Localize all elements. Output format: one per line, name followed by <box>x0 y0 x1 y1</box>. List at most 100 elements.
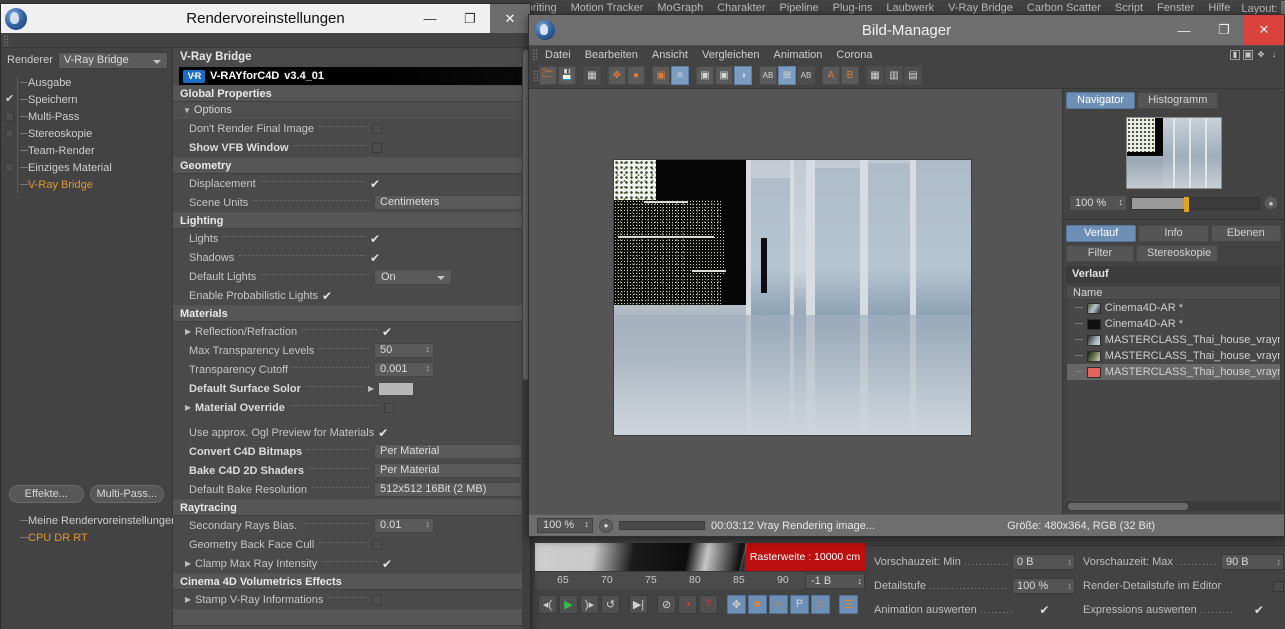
sidebar-item-einziges-material[interactable]: ─ Einziges Material <box>1 159 172 176</box>
default-bake-resolution-field[interactable]: 512x512 16Bit (2 MB) <box>374 482 522 497</box>
compare-icon[interactable]: ◑ <box>734 66 752 85</box>
expand-triangle-icon[interactable]: ▶ <box>185 403 195 412</box>
rotation-key-button[interactable]: ○ <box>769 595 788 614</box>
einziges-material-checkbox[interactable] <box>5 163 14 172</box>
status-fit-button[interactable]: ● <box>599 519 613 533</box>
shadows-checkbox[interactable]: ✔ <box>370 253 382 263</box>
image-manager-menubar[interactable]: Datei Bearbeiten Ansicht Vergleichen Ani… <box>529 45 1284 63</box>
enable-probabilistic-lights-checkbox[interactable]: ✔ <box>322 291 334 301</box>
expand-triangle-icon[interactable]: ▶ <box>185 595 195 604</box>
bm-menu-ansicht[interactable]: Ansicht <box>645 47 695 63</box>
keying-mode-button[interactable]: ☰ <box>839 595 858 614</box>
tab-verlauf[interactable]: Verlauf <box>1066 225 1136 242</box>
pla-key-button[interactable]: ⁙ <box>811 595 830 614</box>
render-presets-tree[interactable]: ─ Meine Rendervoreinstellungen ─ CPU DR … <box>1 512 172 546</box>
verlauf-tab-row-2[interactable]: Filter Stereoskopie <box>1063 242 1284 262</box>
zoom-down-icon[interactable]: ● <box>627 66 645 85</box>
bm-menu-corona[interactable]: Corona <box>829 47 879 63</box>
stereoskopie-checkbox[interactable] <box>5 129 14 138</box>
ab-swap-icon[interactable]: AB <box>797 66 815 85</box>
record-disabled-button[interactable]: ⊘ <box>657 595 676 614</box>
animation-auswerten-checkbox[interactable]: ✔ <box>1039 604 1052 617</box>
position-key-button[interactable]: ✥ <box>727 595 746 614</box>
list-item-selected[interactable]: ─ MASTERCLASS_Thai_house_vraymesh <box>1067 364 1280 380</box>
loop-button[interactable]: ↺ <box>601 595 620 614</box>
navigator-thumbnail[interactable] <box>1126 117 1222 189</box>
render-settings-titlebar[interactable]: Rendervoreinstellungen — ❐ ✕ <box>1 4 530 33</box>
history-file-list[interactable]: ─ Cinema4D-AR * ─ Cinema4D-AR * ─ MASTER… <box>1066 300 1281 502</box>
dont-render-final-image-checkbox[interactable] <box>372 124 382 134</box>
lights-checkbox[interactable]: ✔ <box>370 234 382 244</box>
scrollbar-thumb[interactable] <box>1068 503 1188 510</box>
default-lights-dropdown[interactable]: On <box>374 269 452 285</box>
set-a-icon[interactable]: A <box>822 66 840 85</box>
move-panel-icon[interactable]: ✥ <box>1256 50 1266 60</box>
ab-compare-icon[interactable]: AB <box>759 66 777 85</box>
sidebar-item-multi-pass[interactable]: ─ Multi-Pass <box>1 108 172 125</box>
tab-info[interactable]: Info <box>1138 225 1208 242</box>
multi-pass-button[interactable]: Multi-Pass... <box>90 485 165 503</box>
set-b-icon[interactable]: B <box>841 66 859 85</box>
list-item[interactable]: ─ MASTERCLASS_Thai_house_vraymesh <box>1067 348 1280 364</box>
zoom-slider-knob[interactable] <box>1184 197 1189 212</box>
stamp-vray-informations-checkbox[interactable] <box>372 595 382 605</box>
displacement-checkbox[interactable]: ✔ <box>370 179 382 189</box>
subgroup-options[interactable]: ▼Options <box>173 102 530 119</box>
go-to-start-button[interactable]: ◂( <box>538 595 557 614</box>
delete-image-icon[interactable]: ▣ <box>652 66 670 85</box>
navigator-zoom-field[interactable]: 100 % <box>1069 195 1127 211</box>
max-transparency-levels-field[interactable]: 50 <box>374 343 434 358</box>
sidebar-item-vray-bridge[interactable]: ─ V-Ray Bridge <box>1 176 172 193</box>
detailstufe-field[interactable]: 100 % <box>1012 578 1075 594</box>
image-manager-toolbar[interactable]: 🗁 💾 ▦ ✥ ● ▣ ≡ ▣ ▣ ◑ AB ⊞ AB <box>529 63 1284 89</box>
expressions-auswerten-checkbox[interactable]: ✔ <box>1254 604 1267 617</box>
tab-ebenen[interactable]: Ebenen <box>1211 225 1281 242</box>
sidebar-item-stereoskopie[interactable]: ─ Stereoskopie <box>1 125 172 142</box>
color-expand-triangle-icon[interactable]: ▶ <box>368 384 378 393</box>
vorschauzeit-max-field[interactable]: 90 B <box>1221 554 1284 570</box>
multi-pass-checkbox[interactable] <box>5 112 14 121</box>
clamp-max-ray-intensity-checkbox[interactable]: ✔ <box>382 559 394 569</box>
bm-menu-datei[interactable]: Datei <box>538 47 578 63</box>
bake-c4d-2d-shaders-field[interactable]: Per Material <box>374 463 522 478</box>
expand-triangle-icon[interactable]: ▶ <box>185 327 195 336</box>
use-approx-ogl-preview-checkbox[interactable]: ✔ <box>378 428 390 438</box>
file-list-horizontal-scrollbar[interactable] <box>1066 502 1281 511</box>
tab-filter[interactable]: Filter <box>1066 245 1134 262</box>
bm-menu-bearbeiten[interactable]: Bearbeiten <box>578 47 645 63</box>
play-button[interactable]: ▶ <box>559 595 578 614</box>
save-image-icon[interactable]: 💾 <box>558 66 576 85</box>
renderer-dropdown[interactable]: V-Ray Bridge <box>58 52 168 69</box>
sidebar-item-team-render[interactable]: ─ Team-Render <box>1 142 172 159</box>
view-b-icon[interactable]: ▣ <box>715 66 733 85</box>
vorschauzeit-min-field[interactable]: 0 B <box>1012 554 1075 570</box>
tab-stereoskopie[interactable]: Stereoskopie <box>1136 245 1218 262</box>
grid-compare-icon[interactable]: ⊞ <box>778 66 796 85</box>
material-override-checkbox[interactable] <box>384 403 394 413</box>
parameter-key-button[interactable]: P <box>790 595 809 614</box>
preset-item-cpu-dr-rt[interactable]: ─ CPU DR RT <box>1 529 172 546</box>
reflection-refraction-checkbox[interactable]: ✔ <box>382 327 394 337</box>
render-detailstufe-checkbox[interactable] <box>1273 581 1284 592</box>
layout-1-icon[interactable]: ▦ <box>866 66 884 85</box>
go-to-end-button[interactable]: )▸ <box>580 595 599 614</box>
geometry-back-face-cull-checkbox[interactable] <box>372 540 382 550</box>
zoom-reset-button[interactable]: ● <box>1264 196 1278 210</box>
name-column-header[interactable]: Name <box>1066 285 1281 300</box>
clear-list-icon[interactable]: ≡ <box>671 66 689 85</box>
bm-menu-vergleichen[interactable]: Vergleichen <box>695 47 767 63</box>
transparency-cutoff-field[interactable]: 0.001 <box>374 362 434 377</box>
navigator-zoom-slider[interactable] <box>1131 197 1260 210</box>
layout-selector[interactable]: Start <box>1281 1 1285 15</box>
status-zoom-field[interactable]: 100 % <box>537 518 593 533</box>
default-surface-color-swatch[interactable] <box>378 382 414 396</box>
open-image-icon[interactable]: 🗁 <box>539 66 557 85</box>
effekte-button[interactable]: Effekte... <box>9 485 84 503</box>
scale-key-button[interactable]: ■ <box>748 595 767 614</box>
show-vfb-window-checkbox[interactable] <box>372 143 382 153</box>
dock-panel-icon[interactable]: ▣ <box>1243 50 1253 60</box>
expand-triangle-icon[interactable]: ▶ <box>185 559 195 568</box>
preset-item-meine-rendervoreinstellungen[interactable]: ─ Meine Rendervoreinstellungen <box>1 512 172 529</box>
list-item[interactable]: ─ Cinema4D-AR * <box>1067 300 1280 316</box>
view-a-icon[interactable]: ▣ <box>696 66 714 85</box>
